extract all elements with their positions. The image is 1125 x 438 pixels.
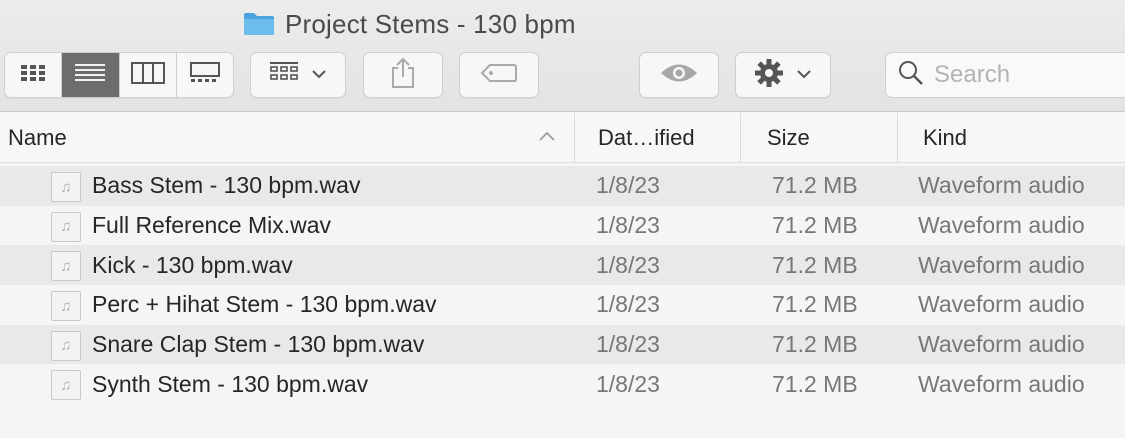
- tag-button[interactable]: [459, 52, 539, 98]
- file-name: Bass Stem - 130 bpm.wav: [92, 172, 361, 199]
- file-name: Full Reference Mix.wav: [92, 212, 332, 239]
- icon-view-button[interactable]: [5, 53, 63, 97]
- file-name: Synth Stem - 130 bpm.wav: [92, 370, 369, 397]
- file-size: 71.2 MB: [772, 331, 858, 358]
- window-toolbar: Project Stems - 130 bpm: [0, 0, 1125, 112]
- group-by-button[interactable]: [250, 52, 346, 98]
- column-view-button[interactable]: [120, 53, 177, 97]
- audio-file-icon: ♫: [51, 291, 81, 322]
- window-title: Project Stems - 130 bpm: [243, 8, 576, 40]
- file-date: 1/8/23: [596, 370, 660, 397]
- file-kind: Waveform audio: [918, 331, 1085, 358]
- search-icon: [898, 60, 924, 91]
- column-date-header[interactable]: Dat…ified: [574, 113, 740, 163]
- sort-ascending-icon[interactable]: [538, 129, 556, 147]
- file-size: 71.2 MB: [772, 172, 858, 199]
- view-mode-control[interactable]: [4, 52, 234, 98]
- tag-icon: [480, 63, 518, 88]
- file-size: 71.2 MB: [772, 291, 858, 318]
- chevron-down-icon: [311, 66, 327, 84]
- column-name-header[interactable]: Name: [8, 113, 573, 163]
- file-date: 1/8/23: [596, 172, 660, 199]
- file-size: 71.2 MB: [772, 212, 858, 239]
- audio-file-icon: ♫: [51, 370, 81, 401]
- file-date: 1/8/23: [596, 251, 660, 278]
- share-icon: [390, 57, 416, 94]
- quick-look-button[interactable]: [639, 52, 719, 98]
- window-title-text: Project Stems - 130 bpm: [285, 8, 576, 39]
- table-row[interactable]: ♫ Kick - 130 bpm.wav 1/8/23 71.2 MB Wave…: [0, 245, 1125, 286]
- table-row[interactable]: ♫ Snare Clap Stem - 130 bpm.wav 1/8/23 7…: [0, 324, 1125, 365]
- folder-icon: [243, 12, 275, 36]
- table-row[interactable]: ♫ Bass Stem - 130 bpm.wav 1/8/23 71.2 MB…: [0, 166, 1125, 206]
- file-date: 1/8/23: [596, 291, 660, 318]
- gear-icon: [754, 58, 784, 93]
- chevron-down-icon: [796, 66, 812, 84]
- table-row[interactable]: ♫ Full Reference Mix.wav 1/8/23 71.2 MB …: [0, 205, 1125, 246]
- file-date: 1/8/23: [596, 331, 660, 358]
- group-grid-icon: [269, 61, 299, 90]
- action-menu-button[interactable]: [735, 52, 831, 98]
- file-name: Perc + Hihat Stem - 130 bpm.wav: [92, 291, 437, 318]
- search-field[interactable]: [885, 52, 1125, 98]
- table-row[interactable]: ♫ Synth Stem - 130 bpm.wav 1/8/23 71.2 M…: [0, 364, 1125, 405]
- share-button[interactable]: [363, 52, 443, 98]
- columns-icon: [130, 61, 165, 89]
- column-size-header[interactable]: Size: [740, 113, 897, 163]
- file-kind: Waveform audio: [918, 251, 1085, 278]
- column-header: Name Dat…ified Size Kind: [0, 113, 1125, 163]
- search-input[interactable]: [934, 61, 1114, 89]
- grid-icon: [19, 63, 47, 88]
- audio-file-icon: ♫: [51, 330, 81, 361]
- audio-file-icon: ♫: [51, 211, 81, 242]
- audio-file-icon: ♫: [51, 172, 81, 202]
- gallery-icon: [189, 61, 221, 89]
- file-kind: Waveform audio: [918, 291, 1085, 318]
- file-kind: Waveform audio: [918, 212, 1085, 239]
- file-date: 1/8/23: [596, 212, 660, 239]
- file-list: ♫ Bass Stem - 130 bpm.wav 1/8/23 71.2 MB…: [0, 166, 1125, 405]
- file-name: Kick - 130 bpm.wav: [92, 251, 293, 278]
- column-kind-header[interactable]: Kind: [897, 113, 1125, 163]
- file-size: 71.2 MB: [772, 251, 858, 278]
- list-icon: [74, 63, 106, 88]
- gallery-view-button[interactable]: [177, 53, 233, 97]
- file-kind: Waveform audio: [918, 172, 1085, 199]
- file-size: 71.2 MB: [772, 370, 858, 397]
- list-view-button[interactable]: [62, 53, 120, 97]
- file-name: Snare Clap Stem - 130 bpm.wav: [92, 331, 425, 358]
- audio-file-icon: ♫: [51, 251, 81, 282]
- table-row[interactable]: ♫ Perc + Hihat Stem - 130 bpm.wav 1/8/23…: [0, 285, 1125, 325]
- file-kind: Waveform audio: [918, 370, 1085, 397]
- eye-icon: [659, 62, 699, 89]
